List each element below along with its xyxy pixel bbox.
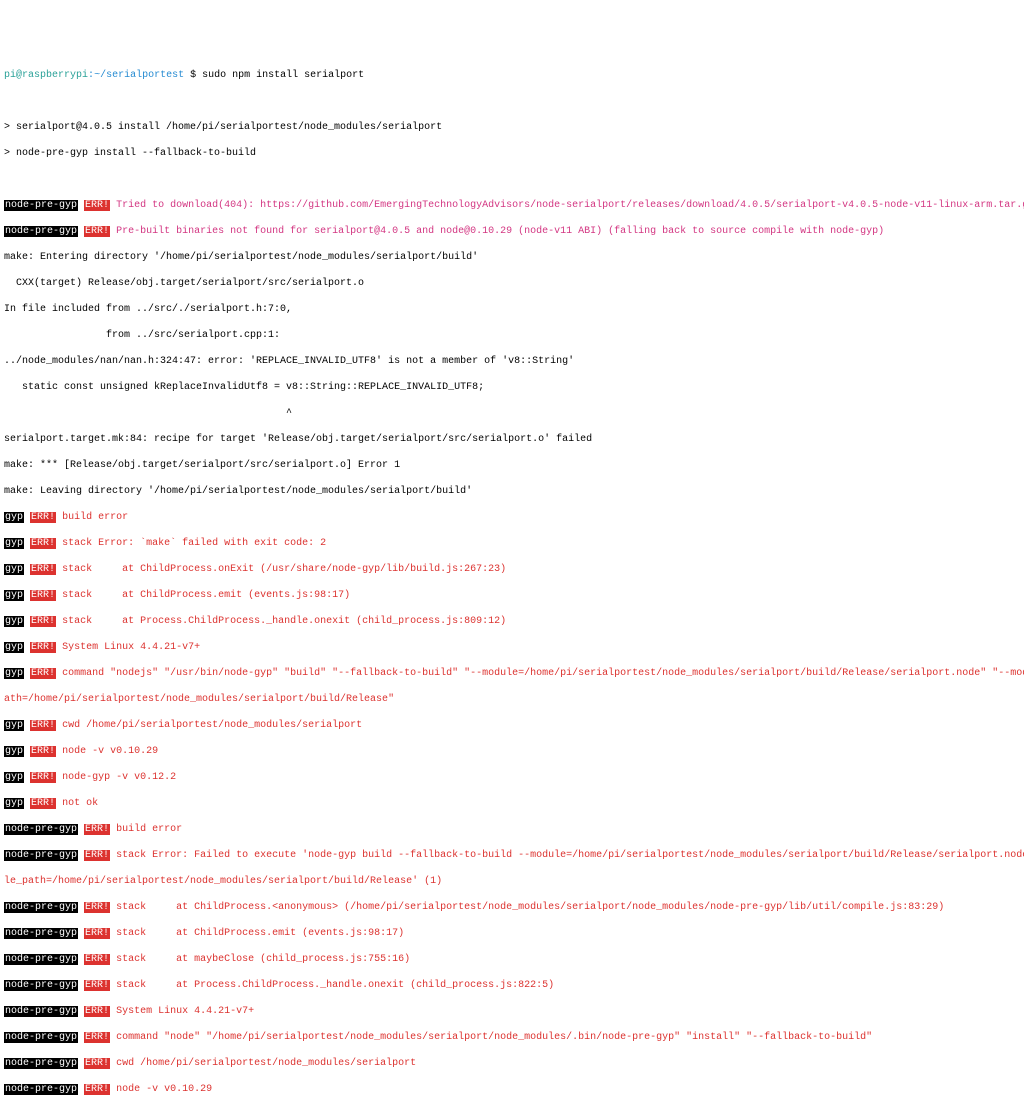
- command-text: sudo npm install serialport: [202, 70, 364, 81]
- make-leave: make: Leaving directory '/home/pi/serial…: [4, 485, 1024, 498]
- make-enter: make: Entering directory '/home/pi/seria…: [4, 251, 1024, 264]
- download-err: Tried to download(404): https://github.c…: [116, 200, 1024, 211]
- prebuilt-err: Pre-built binaries not found for serialp…: [116, 226, 884, 237]
- prompt-user: pi: [4, 70, 16, 81]
- build-error: build error: [62, 512, 128, 523]
- install-line-2: > node-pre-gyp install --fallback-to-bui…: [4, 147, 1024, 160]
- install-line-1: > serialport@4.0.5 install /home/pi/seri…: [4, 121, 1024, 134]
- node-pre-gyp-tag: node-pre-gyp: [4, 200, 78, 211]
- err-tag: ERR!: [84, 200, 110, 211]
- compile-error: ../node_modules/nan/nan.h:324:47: error:…: [4, 355, 1024, 368]
- gyp-tag: gyp: [4, 512, 24, 523]
- npg-build-error: build error: [116, 824, 182, 835]
- terminal-output: pi@raspberrypi:~/serialportest $ sudo np…: [4, 56, 1024, 1104]
- prompt-line: pi@raspberrypi:~/serialportest $ sudo np…: [4, 69, 1024, 82]
- prompt-symbol: $: [190, 70, 196, 81]
- prompt-host: raspberrypi: [22, 70, 88, 81]
- prompt-path: ~/serialportest: [94, 70, 184, 81]
